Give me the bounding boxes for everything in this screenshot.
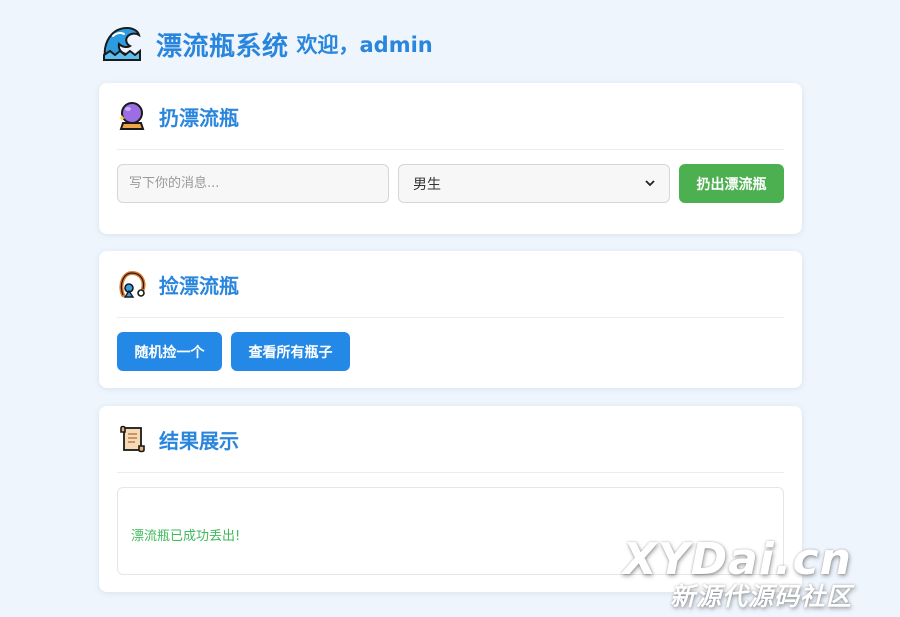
welcome-text: 欢迎，admin: [296, 33, 433, 57]
pick-bottle-card: 捡漂流瓶 随机捡一个 查看所有瓶子: [99, 251, 802, 388]
fishing-hook-icon: [119, 270, 146, 298]
wave-icon: [103, 26, 141, 61]
result-card-title: 结果展示: [159, 428, 239, 453]
view-all-bottles-button[interactable]: 查看所有瓶子: [231, 332, 350, 371]
result-message: 漂流瓶已成功丢出!: [131, 528, 241, 544]
random-pick-button[interactable]: 随机捡一个: [117, 332, 222, 371]
message-input[interactable]: [117, 164, 389, 203]
chevron-down-icon: [645, 180, 655, 187]
throw-bottle-card: 扔漂流瓶 男生 扔出漂流瓶: [99, 83, 802, 234]
gender-select-value: 男生: [413, 176, 441, 193]
gender-select[interactable]: 男生: [398, 164, 670, 203]
pick-card-header: 捡漂流瓶: [117, 251, 784, 318]
result-card-header: 结果展示: [117, 406, 784, 473]
app-header: 漂流瓶系统 欢迎，admin: [100, 22, 433, 66]
scroll-icon: [120, 425, 145, 453]
result-card: 结果展示 漂流瓶已成功丢出!: [99, 406, 802, 592]
app-title: 漂流瓶系统: [156, 31, 289, 62]
result-box: 漂流瓶已成功丢出!: [117, 487, 784, 575]
throw-card-title: 扔漂流瓶: [159, 105, 239, 130]
throw-card-header: 扔漂流瓶: [117, 83, 784, 150]
pick-card-title: 捡漂流瓶: [159, 273, 239, 298]
crystal-ball-icon: [119, 102, 145, 130]
throw-bottle-button[interactable]: 扔出漂流瓶: [679, 164, 784, 203]
